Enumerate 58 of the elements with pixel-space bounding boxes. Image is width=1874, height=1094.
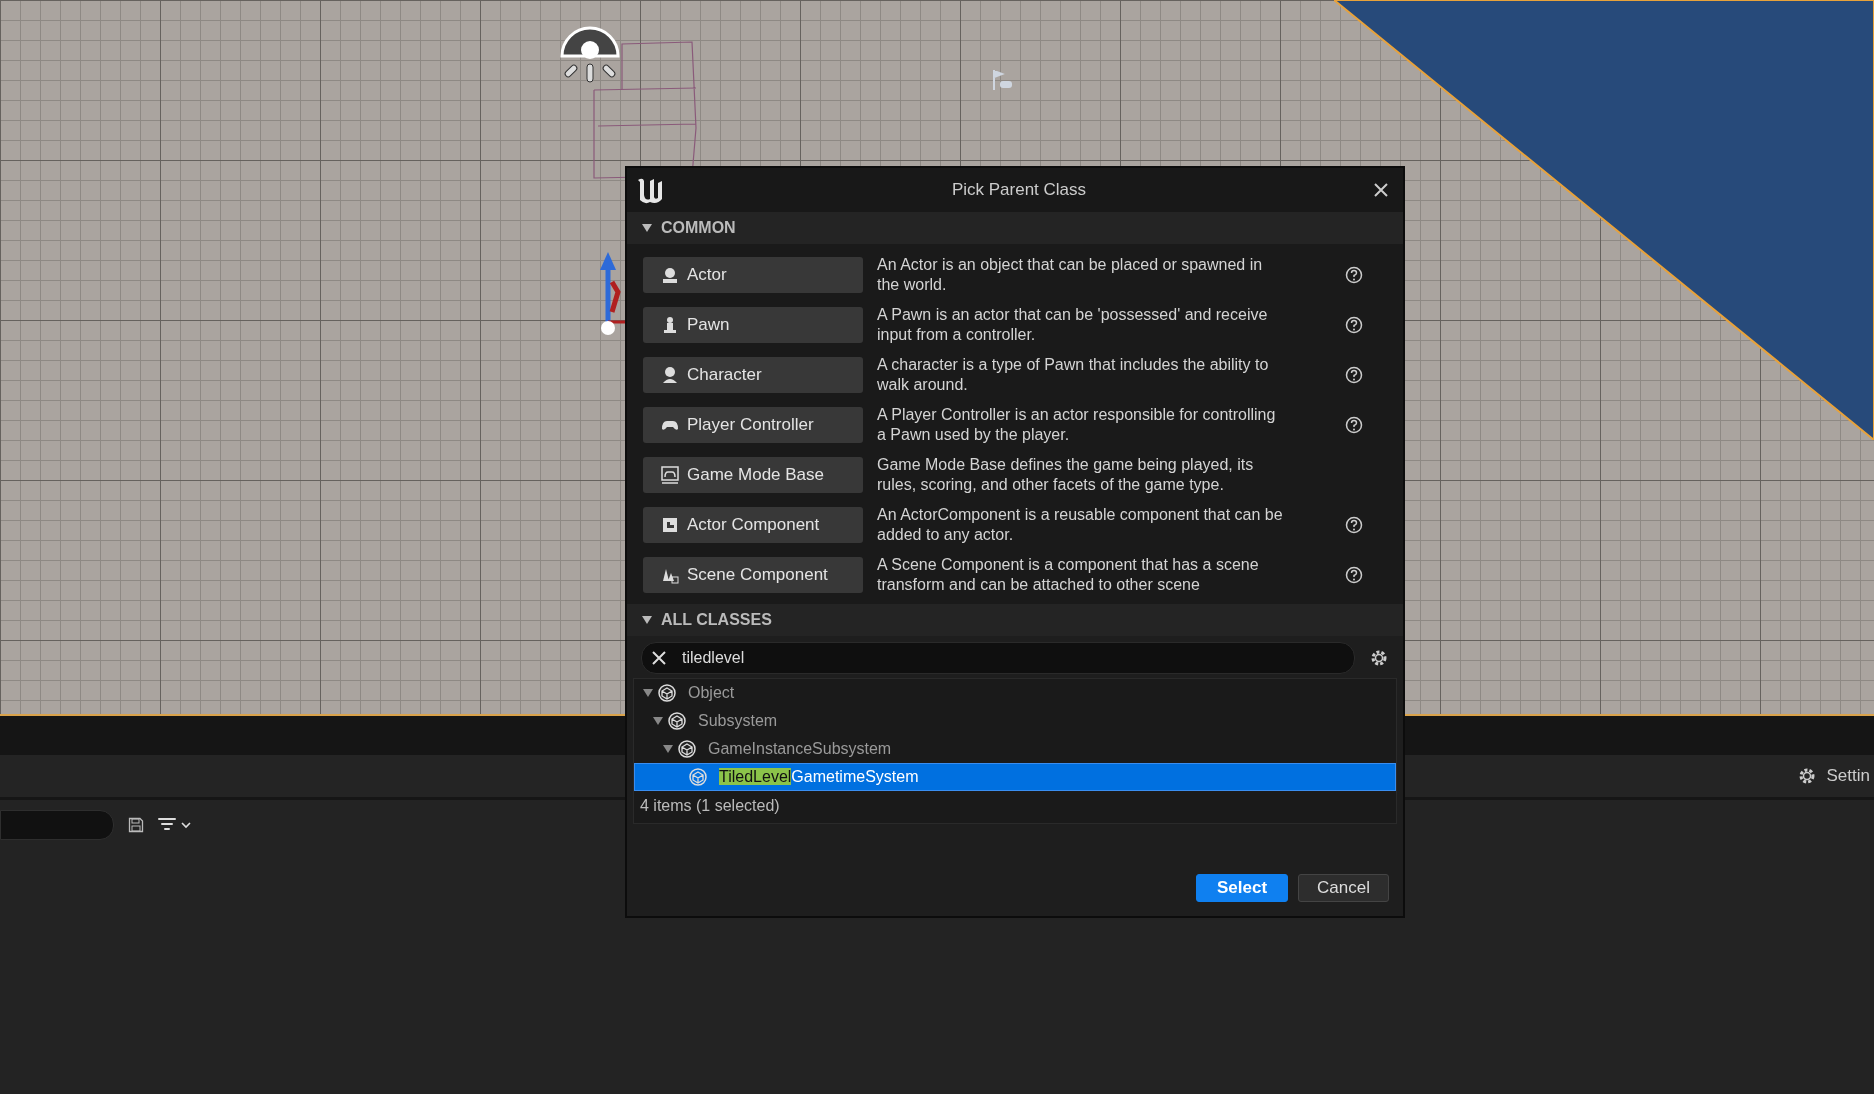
class-icon [658,684,676,702]
filter-dropdown-icon[interactable] [158,817,194,833]
tree-item[interactable]: TiledLevelGametimeSystem [634,763,1396,791]
class-description: A Pawn is an actor that can be 'possessed' and receive input from a controller. [877,305,1269,345]
dialog-title: Pick Parent Class [950,180,1088,200]
section-header[interactable]: COMMON [627,212,1403,244]
help-icon[interactable] [1345,566,1363,584]
clear-icon[interactable] [652,651,666,665]
class-description: An ActorComponent is a reusable component that can be added to any actor. [877,505,1284,545]
settings-icon[interactable] [1369,648,1389,668]
tree-item[interactable]: Subsystem [634,707,1396,735]
class-icon [689,768,707,786]
expand-arrow-icon[interactable] [642,688,654,698]
help-icon[interactable] [1345,516,1363,534]
save-icon[interactable] [128,817,144,833]
player-start-icon [992,68,1014,92]
search-field[interactable] [0,810,114,840]
select-button[interactable]: Select [1196,874,1289,902]
section-title: COMMON [661,219,736,237]
class-button[interactable]: Player Controller [643,407,863,443]
section-header[interactable]: ALL CLASSES [627,604,1403,636]
class-button[interactable]: Actor Component [643,507,863,543]
class-button[interactable]: Pawn [643,307,863,343]
class-description: A Player Controller is an actor responsible for controlling a Pawn used by the player. [877,405,1277,445]
help-icon[interactable] [1345,266,1363,284]
search-value: tiledlevel [682,649,745,667]
class-description: Game Mode Base defines the game being played, its rules, scoring, and other facets of the game type. [877,455,1255,495]
close-icon[interactable] [1373,182,1389,198]
character-icon [661,366,679,384]
cancel-button[interactable]: Cancel [1298,874,1389,902]
section-title: ALL CLASSES [661,611,772,629]
help-icon[interactable] [1345,316,1363,334]
class-description: A Scene Component is a component that has a scene transform and can be attached to other scene [877,555,1260,595]
class-icon [668,712,686,730]
class-icon [678,740,696,758]
actor-icon [661,266,679,284]
class-name: Subsystem [698,712,778,730]
class-description: An Actor is an object that can be placed or spawned in the world. [877,255,1264,295]
class-name: Object [688,684,735,702]
class-description: A character is a type of Pawn that includes the ability to walk around. [877,355,1270,395]
tree-item[interactable]: Object [634,679,1396,707]
class-button[interactable]: Character [643,357,863,393]
tree-item[interactable]: GameInstanceSubsystem [634,735,1396,763]
gamemode-icon [661,466,679,484]
class-name: GameInstanceSubsystem [708,740,892,758]
expand-arrow-icon[interactable] [652,716,664,726]
class-button[interactable]: Actor [643,257,863,293]
class-button[interactable]: Scene Component [643,557,863,593]
pawn-icon [661,316,679,334]
settings-button[interactable]: Settin [1796,766,1870,786]
help-icon[interactable] [1345,416,1363,434]
component-icon [661,516,679,534]
class-button[interactable]: Game Mode Base [643,457,863,493]
class-name: TiledLevelGametimeSystem [719,768,919,786]
expand-arrow-icon[interactable] [662,744,674,754]
item-count: 4 items (1 selected) [639,796,781,815]
search-field[interactable]: tiledlevel [641,642,1355,674]
help-icon[interactable] [1345,366,1363,384]
